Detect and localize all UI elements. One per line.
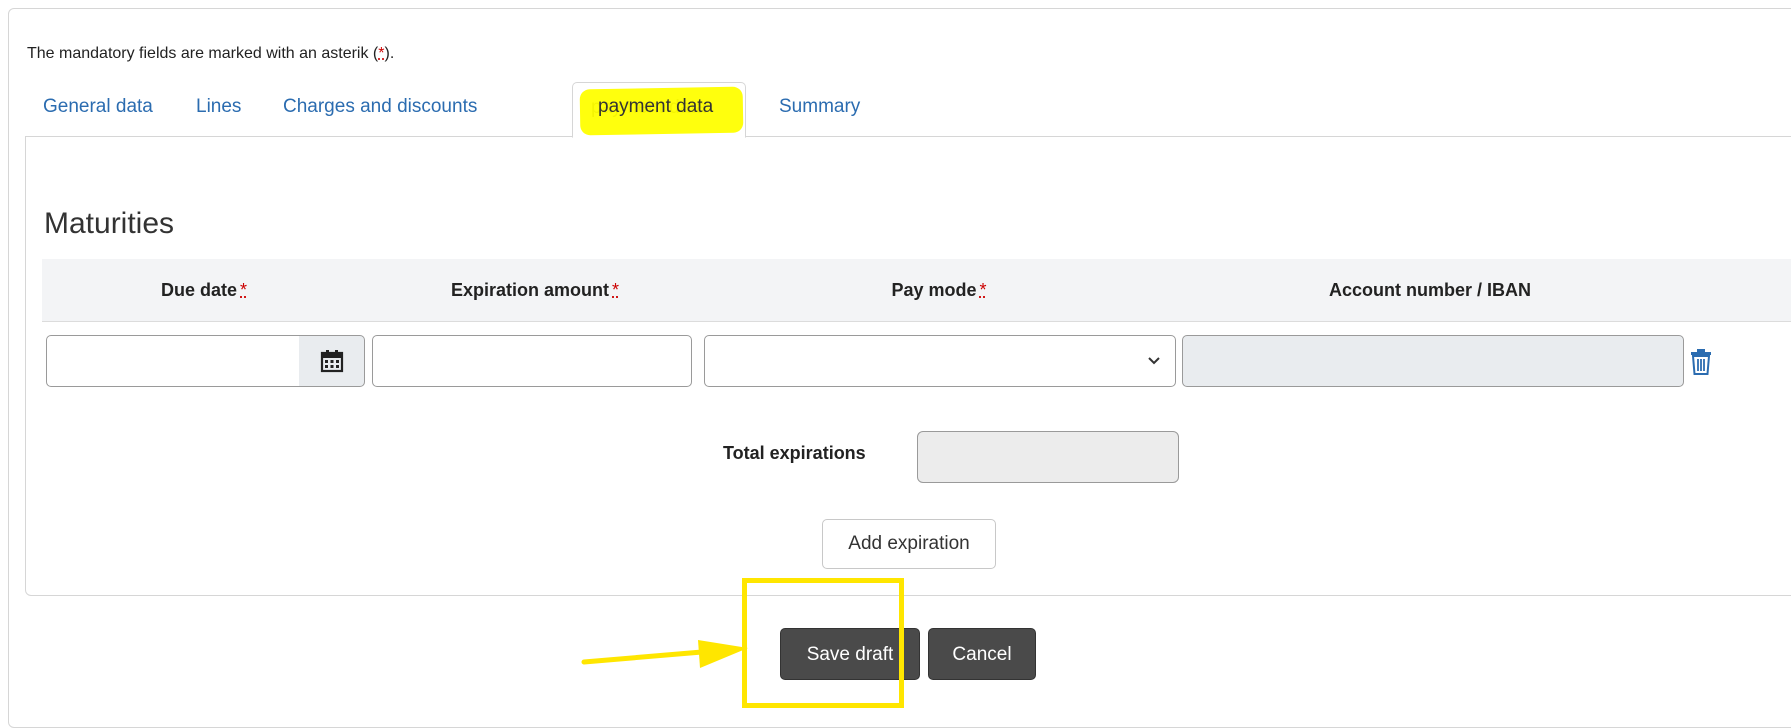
tab-payment-data-label-overlay: payment data xyxy=(598,96,714,117)
tab-charges-and-discounts[interactable]: Charges and discounts xyxy=(283,82,477,138)
column-expiration-amount: Expiration amount * xyxy=(372,259,698,321)
table-header: Due date * Expiration amount * Pay mode * A… xyxy=(42,259,1791,322)
required-marker: * xyxy=(240,280,248,300)
column-due-date: Due date * xyxy=(42,259,366,321)
column-account-number-label: Account number / IBAN xyxy=(1328,280,1531,300)
calendar-button[interactable] xyxy=(299,335,365,387)
trash-icon[interactable] xyxy=(1689,348,1713,376)
tab-general-data[interactable]: General data xyxy=(43,82,153,138)
column-pay-mode-label: Pay mode xyxy=(891,280,977,300)
tab-panel: Maturities Due date * Expiration amount * … xyxy=(25,136,1791,596)
add-expiration-button[interactable]: Add expiration xyxy=(822,519,996,569)
required-marker: * xyxy=(979,280,987,300)
column-expiration-amount-label: Expiration amount xyxy=(450,280,609,300)
tab-lines[interactable]: Lines xyxy=(196,82,241,138)
total-expirations-field xyxy=(917,431,1179,483)
account-number-field xyxy=(1182,335,1684,387)
due-date-input[interactable] xyxy=(46,335,300,387)
calendar-icon xyxy=(320,350,343,373)
section-title: Maturities xyxy=(44,207,175,240)
mandatory-note-text: The mandatory fields are marked with an … xyxy=(27,45,379,62)
required-marker: * xyxy=(612,280,620,300)
expiration-amount-input[interactable] xyxy=(372,335,692,387)
mandatory-note-end: ). xyxy=(384,45,395,62)
total-expirations-label: Total expirations xyxy=(723,443,866,463)
mandatory-note: The mandatory fields are marked with an … xyxy=(27,45,394,63)
cancel-button[interactable]: Cancel xyxy=(928,628,1036,680)
save-draft-highlight xyxy=(742,578,904,708)
column-pay-mode: Pay mode * xyxy=(704,259,1174,321)
column-due-date-label: Due date xyxy=(160,280,237,300)
column-account-number: Account number / IBAN xyxy=(1180,259,1680,321)
tab-summary[interactable]: Summary xyxy=(779,82,860,138)
chevron-down-icon xyxy=(1148,357,1160,365)
pay-mode-select[interactable] xyxy=(704,335,1176,387)
arrow-icon xyxy=(581,640,748,668)
